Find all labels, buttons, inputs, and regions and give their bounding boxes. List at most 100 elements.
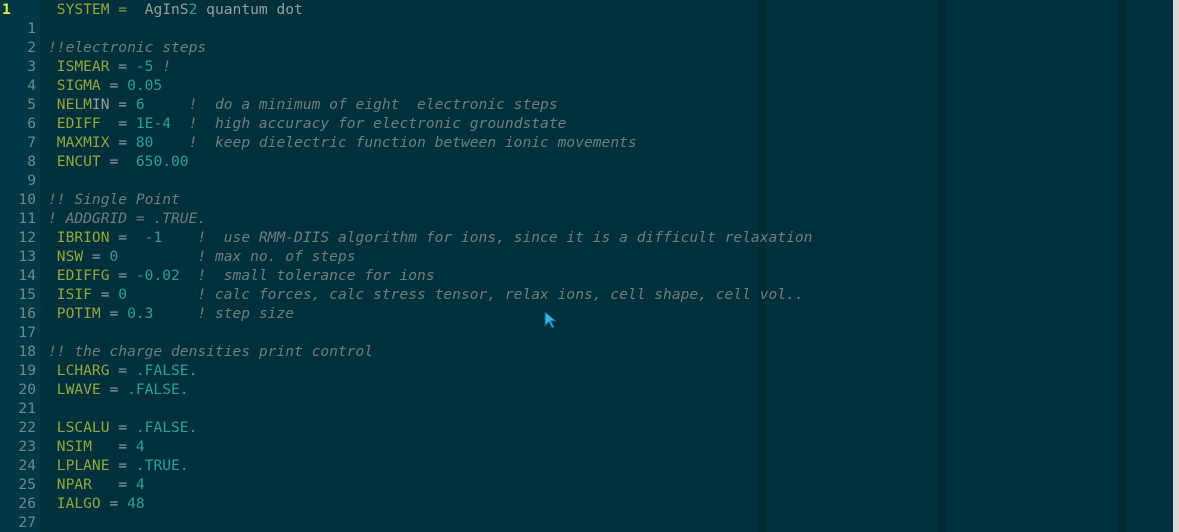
token-val: 0 (109, 248, 119, 265)
token-val: -0.02 (135, 267, 180, 284)
token-val: .FALSE. (135, 419, 198, 436)
column-guide (938, 0, 946, 532)
token-key: LSCALU (48, 419, 110, 436)
code-text: ! ADDGRID = .TRUE. (48, 209, 206, 228)
token-key: ISMEAR (48, 58, 110, 75)
token-eq: = (109, 457, 136, 474)
token-cmt: ! (153, 58, 172, 75)
line-number: 23 (18, 438, 36, 455)
token-cmt: !! the charge densities print control (48, 343, 374, 360)
column-guide (1118, 0, 1126, 532)
line-number: 9 (27, 172, 36, 189)
line-number: 21 (18, 400, 36, 417)
token-eq: = (100, 77, 128, 94)
line-number: 14 (18, 267, 36, 284)
token-key: EDIFFG (48, 267, 110, 284)
line-number: 26 (18, 495, 36, 512)
token-txt: IN (91, 96, 110, 113)
code-text: LSCALU = .FALSE. (48, 418, 198, 437)
token-val: 4 (135, 476, 145, 493)
code-text: !! Single Point (48, 190, 180, 209)
line-number: 11 (18, 210, 36, 227)
token-val: 48 (127, 495, 145, 512)
vertical-scrollbar[interactable] (1173, 0, 1179, 532)
code-text: NELMIN = 6 ! do a minimum of eight elect… (48, 95, 558, 114)
code-text: IBRION = -1 ! use RMM-DIIS algorithm for… (48, 228, 813, 247)
token-eq: = (109, 134, 136, 151)
line-number: 19 (18, 362, 36, 379)
token-eq: = (109, 229, 145, 246)
code-text: EDIFF = 1E-4 ! high accuracy for electro… (48, 114, 567, 133)
token-eq: = (100, 153, 136, 170)
token-eq: = (109, 362, 136, 379)
code-text: LWAVE = .FALSE. (48, 380, 189, 399)
line-number: 1 (27, 20, 36, 37)
token-key: NSW (48, 248, 84, 265)
token-cmt: !! Single Point (48, 191, 180, 208)
mouse-pointer-icon (544, 311, 558, 329)
token-key: MAXMIX (48, 134, 110, 151)
line-number: 18 (18, 343, 36, 360)
code-text: POTIM = 0.3 ! step size (48, 304, 294, 323)
code-text: !! the charge densities print control (48, 342, 373, 361)
token-val: 0.3 (127, 305, 154, 322)
line-number: 22 (18, 419, 36, 436)
token-eq: = (100, 115, 136, 132)
token-val: .FALSE. (127, 381, 189, 398)
token-key: LWAVE (48, 381, 101, 398)
code-text: NSIM = 4 (48, 437, 145, 456)
token-cmt: ! max no. of steps (118, 248, 356, 265)
line-number: 25 (18, 476, 36, 493)
token-key: SIGMA (48, 77, 101, 94)
token-txt: quantum dot (197, 1, 303, 18)
token-cmt: ! keep dielectric function between ionic… (153, 134, 637, 151)
code-text: SIGMA = 0.05 (48, 76, 162, 95)
token-cmt: ! high accuracy for electronic groundsta… (171, 115, 567, 132)
token-val: 80 (135, 134, 154, 151)
token-val: 0 (118, 286, 128, 303)
token-val: .TRUE. (135, 457, 189, 474)
line-number: 4 (27, 77, 36, 94)
token-cmt: ! use RMM-DIIS algorithm for ions, since… (162, 229, 813, 246)
token-key: SYSTEM = (48, 1, 145, 18)
token-val: -1 (144, 229, 163, 246)
token-eq: = (109, 58, 136, 75)
line-number: 27 (18, 514, 36, 531)
code-text: ISIF = 0 ! calc forces, calc stress tens… (48, 285, 804, 304)
token-key: NELM (48, 96, 92, 113)
code-text: IALGO = 48 (48, 494, 145, 513)
token-eq: = (83, 248, 110, 265)
token-txt: AgInS (144, 1, 189, 18)
token-eq: = (109, 267, 136, 284)
token-key: ISIF (48, 286, 92, 303)
line-number: 10 (18, 191, 36, 208)
token-cmt: ! do a minimum of eight electronic steps (144, 96, 558, 113)
token-val: 0.05 (127, 77, 163, 94)
line-number: 13 (18, 248, 36, 265)
code-text: MAXMIX = 80 ! keep dielectric function b… (48, 133, 637, 152)
code-text: !!electronic steps (48, 38, 206, 57)
token-cmt: ! ADDGRID = .TRUE. (48, 210, 207, 227)
line-number: 3 (27, 58, 36, 75)
current-line-number: 1 (2, 1, 11, 18)
token-val: .FALSE. (135, 362, 198, 379)
code-text: NSW = 0 ! max no. of steps (48, 247, 356, 266)
token-cmt: ! calc forces, calc stress tensor, relax… (127, 286, 804, 303)
line-number: 15 (18, 286, 36, 303)
code-text: ENCUT = 650.00 (48, 152, 189, 171)
token-key: LPLANE (48, 457, 110, 474)
token-cmt: ! step size (153, 305, 295, 322)
token-key: NSIM (48, 438, 92, 455)
line-number: 12 (18, 229, 36, 246)
token-eq: = (91, 286, 119, 303)
token-eq: = (91, 438, 136, 455)
token-val: -5 (135, 58, 154, 75)
line-number: 8 (27, 153, 36, 170)
token-eq: = (109, 96, 136, 113)
text-editor[interactable]: 1 SYSTEM = AgInS2 quantum dot 1 2 !!electro… (0, 0, 1179, 532)
token-key: IBRION (48, 229, 110, 246)
token-eq: = (100, 305, 128, 322)
line-number: 16 (18, 305, 36, 322)
token-val: 1E-4 (135, 115, 172, 132)
code-text: ISMEAR = -5 ! (48, 57, 171, 76)
